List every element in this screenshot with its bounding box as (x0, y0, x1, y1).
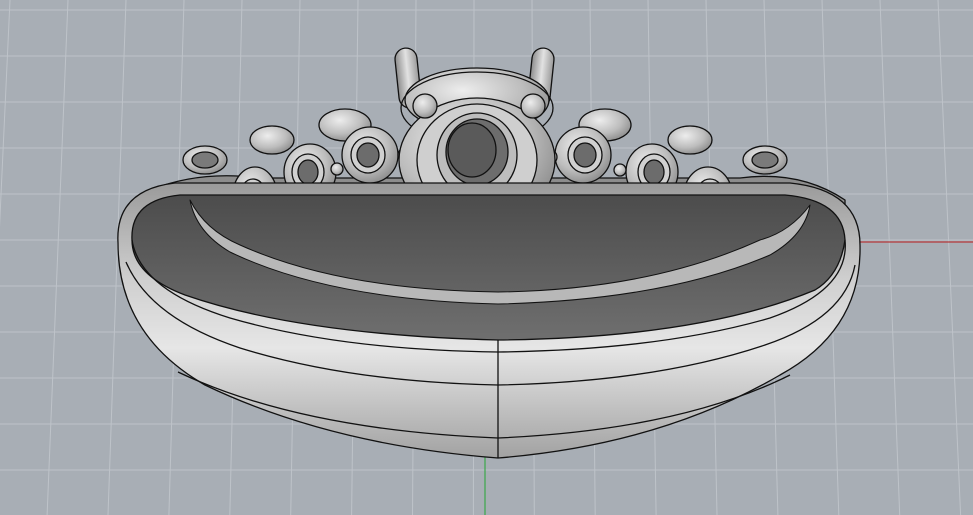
viewport-canvas[interactable] (0, 0, 973, 515)
grid-line-vertical (0, 0, 11, 228)
grid-line-vertical (937, 0, 962, 515)
grid-line-vertical (879, 0, 901, 515)
ring-model[interactable] (117, 47, 861, 459)
grid-line-vertical (46, 0, 69, 515)
rhino-perspective-viewport[interactable] (0, 0, 973, 515)
